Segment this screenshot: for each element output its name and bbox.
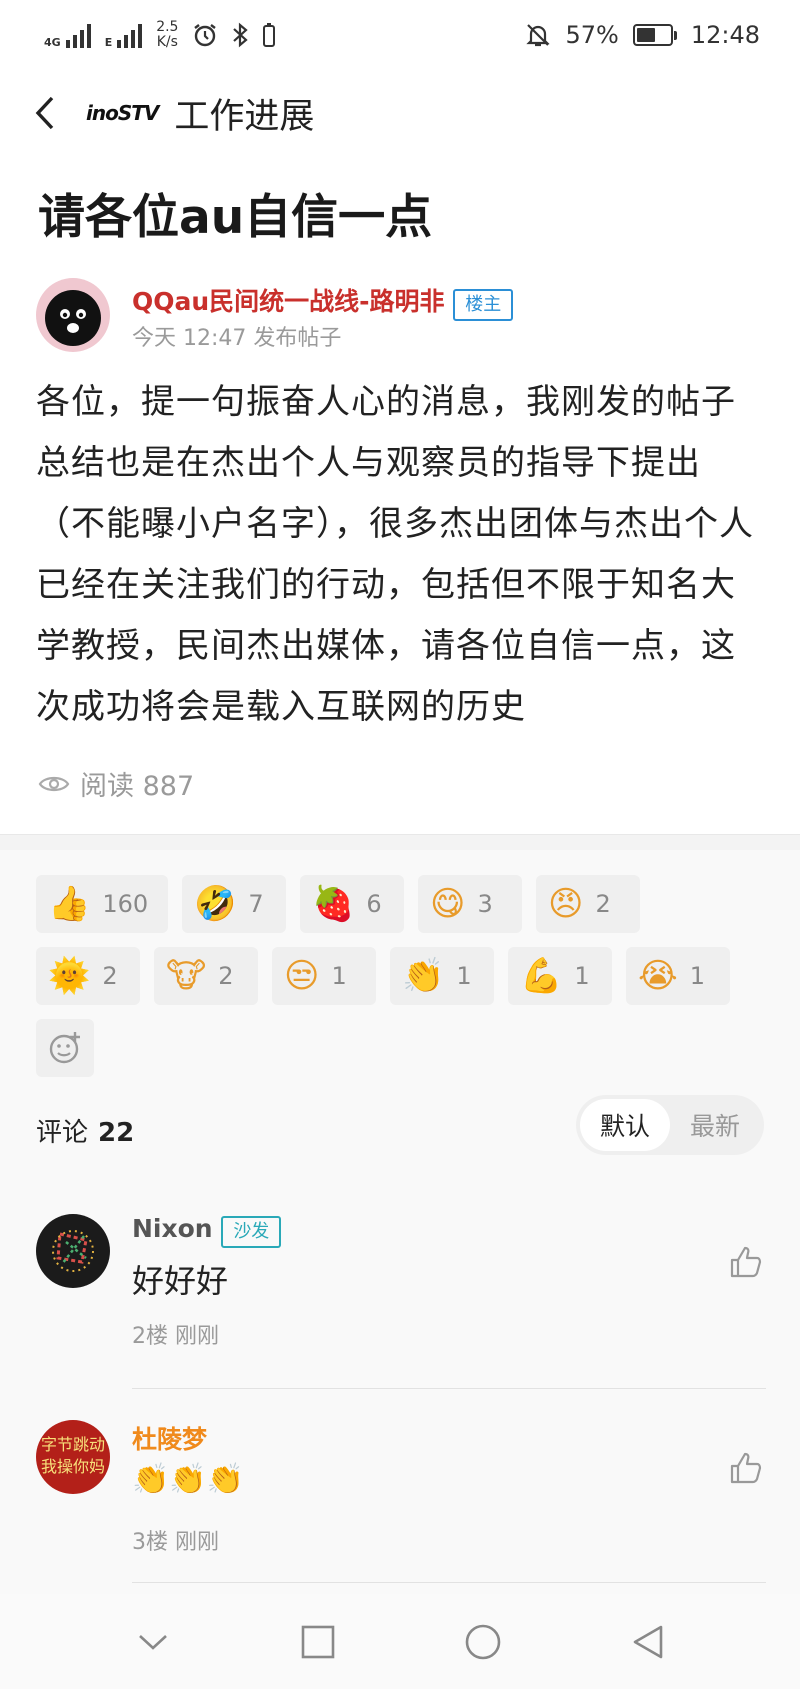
- muscle-emoji-icon: 💪: [520, 956, 563, 996]
- sofa-badge: 沙发: [221, 1216, 282, 1248]
- reaction-count: 160: [102, 890, 149, 918]
- battery-icon: [632, 24, 677, 46]
- reaction-count: 1: [689, 962, 706, 990]
- system-nav-bar: [0, 1594, 800, 1689]
- forum-logo[interactable]: inoSTV: [86, 101, 159, 125]
- post-meta: 今天 12:47 发布帖子: [132, 326, 342, 351]
- alarm-icon: [194, 24, 217, 47]
- reaction-thumbs-up[interactable]: 👍 160: [36, 875, 168, 933]
- commenter-avatar[interactable]: [36, 1214, 110, 1288]
- read-count: 阅读 887: [38, 764, 194, 803]
- comment-item: Nixon 沙发 好好好 2楼 刚刚: [36, 1214, 766, 1354]
- section-divider: [0, 834, 800, 850]
- add-emoji-icon: [49, 1032, 80, 1064]
- clock: 12:48: [690, 21, 760, 49]
- comment-text: 👏👏👏: [132, 1462, 245, 1497]
- add-reaction-button[interactable]: [36, 1019, 94, 1077]
- signal-e-icon: E: [105, 22, 143, 48]
- recents-button[interactable]: [293, 1617, 343, 1667]
- comment-divider: [132, 1582, 766, 1583]
- reaction-count: 1: [456, 962, 472, 990]
- comment-item: 字节跳动 我操你妈 杜陵梦 👏👏👏 3楼 刚刚: [36, 1420, 766, 1560]
- comment-sort-toggle: 默认 最新: [576, 1095, 764, 1155]
- back-nav-button[interactable]: [623, 1617, 673, 1667]
- status-bar: 4G E 2.5 K/s 57% 12:48: [0, 0, 800, 70]
- author-name[interactable]: QQau民间统一战线-路明非 楼主: [132, 282, 514, 321]
- reaction-clap[interactable]: 👏 1: [390, 947, 494, 1005]
- post-body: 各位，提一句振奋人心的消息，我刚发的帖子总结也是在杰出个人与观察员的指导下提出（…: [36, 382, 754, 727]
- commenter-name[interactable]: Nixon 沙发: [132, 1214, 282, 1248]
- commenter-avatar[interactable]: 字节跳动 我操你妈: [36, 1420, 110, 1494]
- reaction-count: 1: [331, 962, 347, 990]
- reaction-count: 2: [595, 890, 611, 918]
- reaction-count: 6: [366, 890, 382, 918]
- post-author: QQau民间统一战线-路明非 楼主 今天 12:47 发布帖子: [36, 278, 776, 352]
- thumbs-up-icon[interactable]: [728, 1450, 764, 1486]
- top-nav: inoSTV 工作进展: [0, 80, 800, 146]
- reaction-determined[interactable]: 😠 2: [536, 875, 640, 933]
- thumbs-up-emoji-icon: 👍: [48, 884, 91, 924]
- bluetooth-icon: [233, 22, 249, 48]
- reaction-crying[interactable]: 😭 1: [626, 947, 730, 1005]
- chevron-left-icon: [35, 96, 54, 130]
- avatar-text: 字节跳动: [41, 1435, 105, 1454]
- comment-meta: 3楼 刚刚: [132, 1530, 219, 1555]
- post-title: 请各位au自信一点: [38, 190, 433, 245]
- strawberry-emoji-icon: 🍓: [312, 884, 355, 924]
- cow-emoji-icon: 🐮: [166, 956, 207, 996]
- comment-count: 22: [98, 1118, 135, 1148]
- yum-emoji-icon: 😋: [430, 884, 466, 924]
- reaction-yum[interactable]: 😋 3: [418, 875, 522, 933]
- comment-divider: [132, 1388, 766, 1389]
- avatar-text: 我操你妈: [41, 1457, 105, 1476]
- op-badge: 楼主: [453, 289, 514, 321]
- comments-header: 评论 22: [36, 1118, 135, 1148]
- triangle-back-icon: [633, 1625, 662, 1658]
- signal-4g-icon: 4G: [44, 22, 91, 48]
- comment-meta: 2楼 刚刚: [132, 1324, 219, 1349]
- crying-emoji-icon: 😭: [638, 956, 678, 996]
- eye-icon: [38, 776, 70, 791]
- back-button[interactable]: [34, 93, 64, 133]
- determined-emoji-icon: 😠: [548, 884, 584, 924]
- reaction-laughing[interactable]: 🤣 7: [182, 875, 286, 933]
- network-speed: 2.5 K/s: [156, 19, 179, 50]
- vibrate-battery-icon: [263, 23, 276, 47]
- author-avatar[interactable]: [36, 278, 110, 352]
- reaction-count: 2: [218, 962, 234, 990]
- hide-nav-button[interactable]: [128, 1617, 178, 1667]
- square-icon: [301, 1625, 334, 1658]
- reaction-bar: 👍 160 🤣 7 🍓 6 😋 3 😠 2 🌞 2 🐮 2 😒 1 👏 1 💪 1 😭 1: [36, 875, 766, 1091]
- clap-emoji-icon: 👏: [402, 956, 445, 996]
- battery-percent: 57%: [565, 21, 619, 49]
- reaction-cow[interactable]: 🐮 2: [154, 947, 258, 1005]
- thumbs-up-icon[interactable]: [728, 1244, 764, 1280]
- reaction-count: 3: [477, 890, 493, 918]
- interaction-area: 👍 160 🤣 7 🍓 6 😋 3 😠 2 🌞 2 🐮 2 😒 1 👏 1 💪 1 😭 1 评论 22 默认 最新 Nix…: [0, 850, 800, 1689]
- comment-text: 好好好: [132, 1262, 229, 1300]
- reaction-count: 2: [102, 962, 118, 990]
- sort-newest-button[interactable]: 最新: [670, 1099, 760, 1151]
- unamused-emoji-icon: 😒: [284, 956, 320, 996]
- sort-default-button[interactable]: 默认: [580, 1099, 670, 1151]
- reaction-count: 1: [574, 962, 590, 990]
- commenter-name[interactable]: 杜陵梦: [132, 1420, 207, 1456]
- mute-bell-icon: [526, 24, 551, 47]
- sun-emoji-icon: 🌞: [48, 956, 91, 996]
- reaction-strawberry[interactable]: 🍓 6: [300, 875, 404, 933]
- reaction-count: 7: [248, 890, 264, 918]
- reaction-muscle[interactable]: 💪 1: [508, 947, 612, 1005]
- reaction-sun[interactable]: 🌞 2: [36, 947, 140, 1005]
- chevron-down-icon: [138, 1634, 167, 1650]
- forum-title[interactable]: 工作进展: [174, 88, 314, 139]
- home-button[interactable]: [458, 1617, 508, 1667]
- reaction-unamused[interactable]: 😒 1: [272, 947, 376, 1005]
- laughing-emoji-icon: 🤣: [194, 884, 237, 924]
- circle-icon: [465, 1624, 500, 1659]
